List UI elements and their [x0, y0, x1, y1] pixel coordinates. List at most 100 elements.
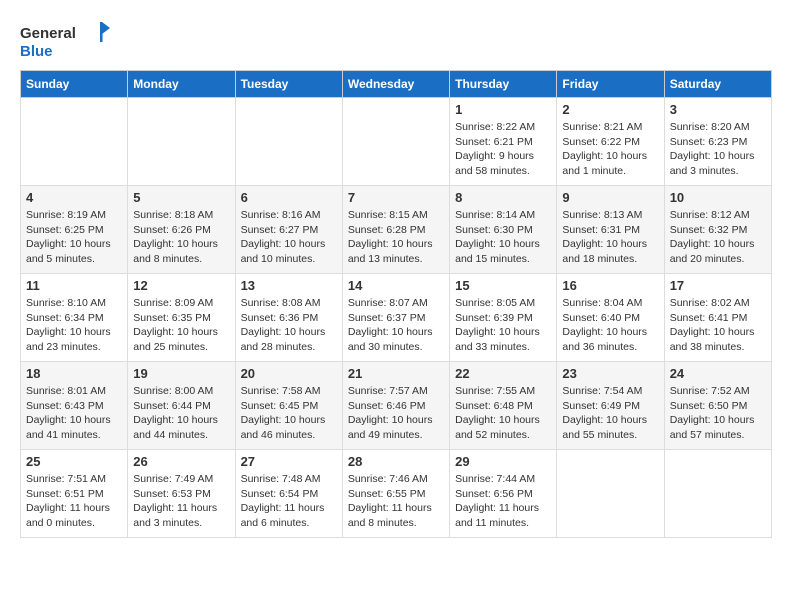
calendar-cell: 11 Sunrise: 8:10 AMSunset: 6:34 PMDayligh… — [21, 274, 128, 362]
day-number: 17 — [670, 278, 766, 293]
calendar-week-1: 1 Sunrise: 8:22 AMSunset: 6:21 PMDaylight… — [21, 98, 772, 186]
day-info: Sunrise: 7:44 AMSunset: 6:56 PMDaylight:… — [455, 472, 551, 531]
calendar-cell — [342, 98, 449, 186]
day-number: 9 — [562, 190, 658, 205]
day-info: Sunrise: 8:05 AMSunset: 6:39 PMDaylight:… — [455, 296, 551, 355]
calendar-cell: 4 Sunrise: 8:19 AMSunset: 6:25 PMDaylight… — [21, 186, 128, 274]
calendar-cell — [664, 450, 771, 538]
day-number: 10 — [670, 190, 766, 205]
calendar-cell: 15 Sunrise: 8:05 AMSunset: 6:39 PMDayligh… — [450, 274, 557, 362]
calendar-week-3: 11 Sunrise: 8:10 AMSunset: 6:34 PMDayligh… — [21, 274, 772, 362]
day-number: 20 — [241, 366, 337, 381]
day-info: Sunrise: 8:02 AMSunset: 6:41 PMDaylight:… — [670, 296, 766, 355]
calendar-cell: 25 Sunrise: 7:51 AMSunset: 6:51 PMDayligh… — [21, 450, 128, 538]
calendar-cell: 17 Sunrise: 8:02 AMSunset: 6:41 PMDayligh… — [664, 274, 771, 362]
calendar-week-5: 25 Sunrise: 7:51 AMSunset: 6:51 PMDayligh… — [21, 450, 772, 538]
day-number: 8 — [455, 190, 551, 205]
day-number: 18 — [26, 366, 122, 381]
calendar-cell: 13 Sunrise: 8:08 AMSunset: 6:36 PMDayligh… — [235, 274, 342, 362]
day-number: 6 — [241, 190, 337, 205]
calendar-cell: 7 Sunrise: 8:15 AMSunset: 6:28 PMDaylight… — [342, 186, 449, 274]
day-info: Sunrise: 8:19 AMSunset: 6:25 PMDaylight:… — [26, 208, 122, 267]
calendar-cell: 8 Sunrise: 8:14 AMSunset: 6:30 PMDaylight… — [450, 186, 557, 274]
calendar-cell: 26 Sunrise: 7:49 AMSunset: 6:53 PMDayligh… — [128, 450, 235, 538]
calendar-cell: 12 Sunrise: 8:09 AMSunset: 6:35 PMDayligh… — [128, 274, 235, 362]
calendar-cell: 16 Sunrise: 8:04 AMSunset: 6:40 PMDayligh… — [557, 274, 664, 362]
calendar-cell: 18 Sunrise: 8:01 AMSunset: 6:43 PMDayligh… — [21, 362, 128, 450]
day-number: 13 — [241, 278, 337, 293]
day-info: Sunrise: 8:10 AMSunset: 6:34 PMDaylight:… — [26, 296, 122, 355]
calendar-cell: 2 Sunrise: 8:21 AMSunset: 6:22 PMDaylight… — [557, 98, 664, 186]
svg-text:Blue: Blue — [20, 43, 53, 60]
day-info: Sunrise: 7:58 AMSunset: 6:45 PMDaylight:… — [241, 384, 337, 443]
day-number: 7 — [348, 190, 444, 205]
day-number: 14 — [348, 278, 444, 293]
logo: General Blue — [20, 20, 110, 60]
calendar-cell: 29 Sunrise: 7:44 AMSunset: 6:56 PMDayligh… — [450, 450, 557, 538]
day-number: 29 — [455, 454, 551, 469]
day-info: Sunrise: 8:08 AMSunset: 6:36 PMDaylight:… — [241, 296, 337, 355]
day-info: Sunrise: 7:54 AMSunset: 6:49 PMDaylight:… — [562, 384, 658, 443]
day-number: 22 — [455, 366, 551, 381]
calendar-cell: 14 Sunrise: 8:07 AMSunset: 6:37 PMDayligh… — [342, 274, 449, 362]
day-info: Sunrise: 8:00 AMSunset: 6:44 PMDaylight:… — [133, 384, 229, 443]
day-header-sunday: Sunday — [21, 71, 128, 98]
calendar-week-4: 18 Sunrise: 8:01 AMSunset: 6:43 PMDayligh… — [21, 362, 772, 450]
day-number: 19 — [133, 366, 229, 381]
calendar-cell: 5Sunrise: 8:18 AMSunset: 6:26 PMDaylight… — [128, 186, 235, 274]
day-info: Sunrise: 7:55 AMSunset: 6:48 PMDaylight:… — [455, 384, 551, 443]
calendar-cell: 28 Sunrise: 7:46 AMSunset: 6:55 PMDayligh… — [342, 450, 449, 538]
day-header-friday: Friday — [557, 71, 664, 98]
day-info: Sunrise: 7:46 AMSunset: 6:55 PMDaylight:… — [348, 472, 444, 531]
day-number: 3 — [670, 102, 766, 117]
calendar-week-2: 4 Sunrise: 8:19 AMSunset: 6:25 PMDaylight… — [21, 186, 772, 274]
day-number: 16 — [562, 278, 658, 293]
calendar-cell: 6Sunrise: 8:16 AMSunset: 6:27 PMDaylight… — [235, 186, 342, 274]
day-number: 26 — [133, 454, 229, 469]
day-number: 28 — [348, 454, 444, 469]
calendar-cell — [235, 98, 342, 186]
day-number: 2 — [562, 102, 658, 117]
logo-svg: General Blue — [20, 20, 110, 60]
calendar-cell — [557, 450, 664, 538]
day-header-tuesday: Tuesday — [235, 71, 342, 98]
day-number: 24 — [670, 366, 766, 381]
day-info: Sunrise: 7:51 AMSunset: 6:51 PMDaylight:… — [26, 472, 122, 531]
day-info: Sunrise: 8:15 AMSunset: 6:28 PMDaylight:… — [348, 208, 444, 267]
day-info: Sunrise: 7:57 AMSunset: 6:46 PMDaylight:… — [348, 384, 444, 443]
day-info: Sunrise: 8:01 AMSunset: 6:43 PMDaylight:… — [26, 384, 122, 443]
calendar-cell: 27 Sunrise: 7:48 AMSunset: 6:54 PMDayligh… — [235, 450, 342, 538]
day-info: Sunrise: 8:21 AMSunset: 6:22 PMDaylight:… — [562, 120, 658, 179]
page-header: General Blue — [20, 20, 772, 60]
calendar-cell: 23 Sunrise: 7:54 AMSunset: 6:49 PMDayligh… — [557, 362, 664, 450]
day-number: 11 — [26, 278, 122, 293]
calendar-cell: 10Sunrise: 8:12 AMSunset: 6:32 PMDayligh… — [664, 186, 771, 274]
calendar-table: SundayMondayTuesdayWednesdayThursdayFrid… — [20, 70, 772, 538]
day-header-wednesday: Wednesday — [342, 71, 449, 98]
day-number: 23 — [562, 366, 658, 381]
calendar-cell: 1 Sunrise: 8:22 AMSunset: 6:21 PMDaylight… — [450, 98, 557, 186]
calendar-cell: 24Sunrise: 7:52 AMSunset: 6:50 PMDayligh… — [664, 362, 771, 450]
day-info: Sunrise: 8:09 AMSunset: 6:35 PMDaylight:… — [133, 296, 229, 355]
day-info: Sunrise: 7:49 AMSunset: 6:53 PMDaylight:… — [133, 472, 229, 531]
day-info: Sunrise: 8:22 AMSunset: 6:21 PMDaylight:… — [455, 120, 551, 179]
day-info: Sunrise: 8:18 AMSunset: 6:26 PMDaylight:… — [133, 208, 229, 267]
calendar-cell: 22 Sunrise: 7:55 AMSunset: 6:48 PMDayligh… — [450, 362, 557, 450]
day-number: 4 — [26, 190, 122, 205]
day-info: Sunrise: 7:48 AMSunset: 6:54 PMDaylight:… — [241, 472, 337, 531]
day-number: 12 — [133, 278, 229, 293]
day-info: Sunrise: 8:07 AMSunset: 6:37 PMDaylight:… — [348, 296, 444, 355]
day-header-monday: Monday — [128, 71, 235, 98]
day-number: 27 — [241, 454, 337, 469]
calendar-cell: 3Sunrise: 8:20 AMSunset: 6:23 PMDaylight… — [664, 98, 771, 186]
day-info: Sunrise: 8:04 AMSunset: 6:40 PMDaylight:… — [562, 296, 658, 355]
calendar-cell — [128, 98, 235, 186]
day-number: 1 — [455, 102, 551, 117]
day-header-thursday: Thursday — [450, 71, 557, 98]
day-number: 15 — [455, 278, 551, 293]
calendar-header-row: SundayMondayTuesdayWednesdayThursdayFrid… — [21, 71, 772, 98]
day-number: 25 — [26, 454, 122, 469]
day-info: Sunrise: 8:14 AMSunset: 6:30 PMDaylight:… — [455, 208, 551, 267]
calendar-cell: 9Sunrise: 8:13 AMSunset: 6:31 PMDaylight… — [557, 186, 664, 274]
svg-text:General: General — [20, 25, 76, 42]
